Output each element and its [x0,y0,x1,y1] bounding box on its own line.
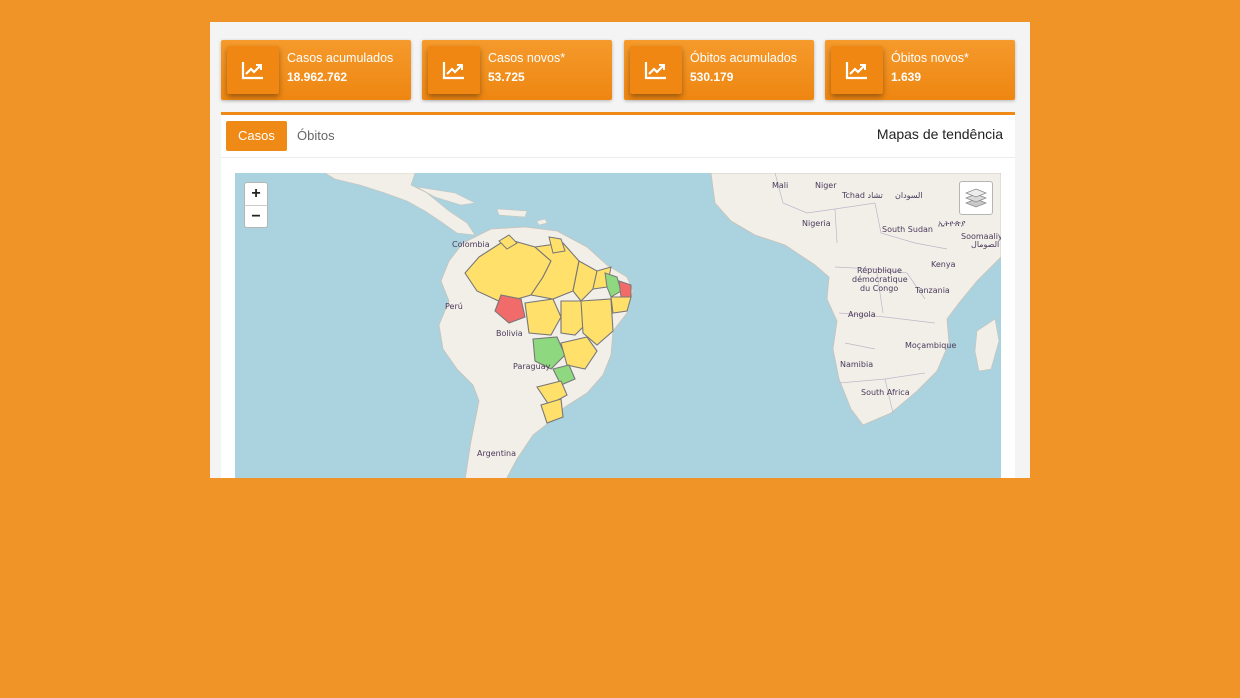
stat-card-deaths-total: Óbitos acumulados 530.179 [624,40,814,100]
map-tabs: Casos Óbitos Mapas de tendência [221,115,1015,158]
stat-label: Óbitos acumulados [690,51,798,65]
label-namibia: Namibia [840,360,873,369]
label-bolivia: Bolivia [496,329,523,338]
stat-card-deaths-new: Óbitos novos* 1.639 [825,40,1015,100]
dashboard-panel: Casos acumulados 18.962.762 Casos novos*… [210,22,1030,478]
stat-value: 53.725 [488,70,525,84]
label-south-africa: South Africa [861,388,910,397]
leaflet-map[interactable]: Colombia Perú Bolivia Paraguay Argentina… [235,173,1001,478]
label-paraguay: Paraguay [513,362,551,371]
label-mocambique: Moçambique [905,341,956,350]
label-niger: Niger [815,181,837,190]
stat-card-cases-new: Casos novos* 53.725 [422,40,612,100]
label-drc-1: République [857,265,902,275]
label-colombia: Colombia [452,240,490,249]
trending-up-icon [630,46,682,94]
label-mali: Mali [772,181,788,190]
stat-card-cases-total: Casos acumulados 18.962.762 [221,40,411,100]
trending-up-icon [831,46,883,94]
zoom-out-button[interactable]: − [245,206,267,228]
label-somalia-ar: الصومال [971,240,999,249]
label-drc-3: du Congo [860,284,898,293]
label-sudan: السودان [895,191,923,200]
layers-icon [965,188,987,208]
stat-value: 18.962.762 [287,70,348,84]
stat-label: Casos novos* [488,51,566,65]
label-south-sudan: South Sudan [882,225,933,234]
label-drc-2: démocratique [852,274,908,284]
label-peru: Perú [445,302,463,311]
label-tanzania: Tanzania [914,286,950,295]
label-kenya: Kenya [931,260,956,269]
tab-casos[interactable]: Casos [226,121,287,151]
tab-obitos[interactable]: Óbitos [285,121,347,151]
zoom-control: + − [244,182,268,228]
stat-value: 1.639 [891,70,922,84]
trend-maps-title: Mapas de tendência [876,126,1003,142]
stat-label: Casos acumulados [287,51,394,65]
label-tchad: Tchad تشاد [841,191,883,200]
stats-cards: Casos acumulados 18.962.762 Casos novos*… [221,40,1017,100]
label-argentina: Argentina [477,449,516,458]
zoom-in-button[interactable]: + [245,183,267,206]
trend-map-box: Casos Óbitos Mapas de tendência Colombia… [221,112,1015,478]
stat-label: Óbitos novos* [891,51,969,65]
trending-up-icon [428,46,480,94]
label-angola: Angola [848,310,876,319]
label-ethiopia: ኢትዮጵያ [938,219,966,228]
stat-value: 530.179 [690,70,734,84]
trending-up-icon [227,46,279,94]
label-nigeria: Nigeria [802,219,831,228]
map-geography: Colombia Perú Bolivia Paraguay Argentina… [324,173,1001,478]
layers-button[interactable] [959,181,993,215]
